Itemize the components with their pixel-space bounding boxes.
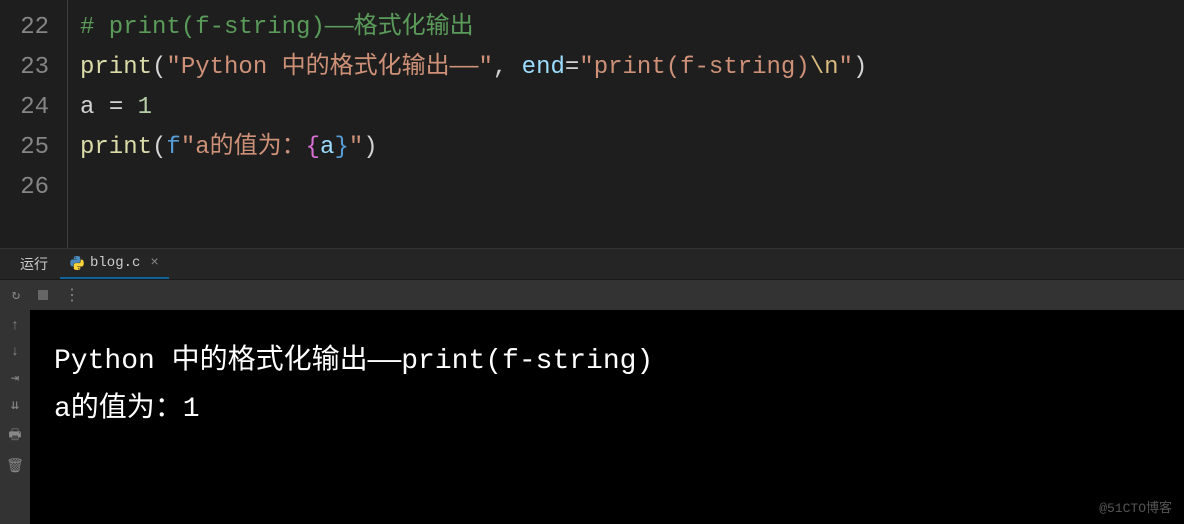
more-icon[interactable]: ⋮	[64, 285, 82, 305]
run-file-name: blog.c	[90, 255, 140, 271]
arrow-up-icon[interactable]: ↑	[11, 318, 19, 334]
scroll-end-icon[interactable]: ⇊	[11, 397, 19, 414]
code-content[interactable]: # print(f-string)——格式化输出 print("Python 中…	[68, 0, 1184, 248]
output-sidebar: ↑ ↓ ⇥ ⇊ 🖶 🗑	[0, 310, 30, 524]
soft-wrap-icon[interactable]: ⇥	[11, 370, 19, 387]
output-panel: ↑ ↓ ⇥ ⇊ 🖶 🗑 Python 中的格式化输出——print(f-stri…	[0, 310, 1184, 524]
line-number: 26	[0, 168, 67, 208]
code-editor[interactable]: 22 23 24 25 26 # print(f-string)——格式化输出 …	[0, 0, 1184, 248]
output-line: a的值为：1	[54, 386, 1160, 434]
code-line-25[interactable]: print(f"a的值为：{a}")	[80, 128, 1184, 168]
python-icon	[70, 256, 84, 270]
stop-icon[interactable]	[38, 290, 48, 300]
line-gutter: 22 23 24 25 26	[0, 0, 68, 248]
line-number: 22	[0, 8, 67, 48]
output-line: Python 中的格式化输出——print(f-string)	[54, 338, 1160, 386]
print-icon[interactable]: 🖶	[8, 424, 21, 448]
console-output[interactable]: Python 中的格式化输出——print(f-string) a的值为：1 @…	[30, 310, 1184, 524]
code-line-22[interactable]: # print(f-string)——格式化输出	[80, 8, 1184, 48]
line-number: 25	[0, 128, 67, 168]
code-line-24[interactable]: a = 1	[80, 88, 1184, 128]
code-line-23[interactable]: print("Python 中的格式化输出——", end="print(f-s…	[80, 48, 1184, 88]
run-panel-tabs: 运行 blog.c ×	[0, 248, 1184, 280]
rerun-icon[interactable]: ↻	[6, 287, 26, 304]
close-icon[interactable]: ×	[150, 255, 158, 271]
watermark: @51CTO博客	[1099, 497, 1172, 516]
run-tab-label[interactable]: 运行	[8, 249, 60, 279]
trash-icon[interactable]: 🗑	[6, 458, 24, 475]
code-line-26[interactable]	[80, 168, 1184, 208]
run-tab-file[interactable]: blog.c ×	[60, 249, 169, 279]
line-number: 23	[0, 48, 67, 88]
line-number: 24	[0, 88, 67, 128]
arrow-down-icon[interactable]: ↓	[11, 344, 19, 360]
run-toolbar: ↻ ⋮	[0, 280, 1184, 310]
